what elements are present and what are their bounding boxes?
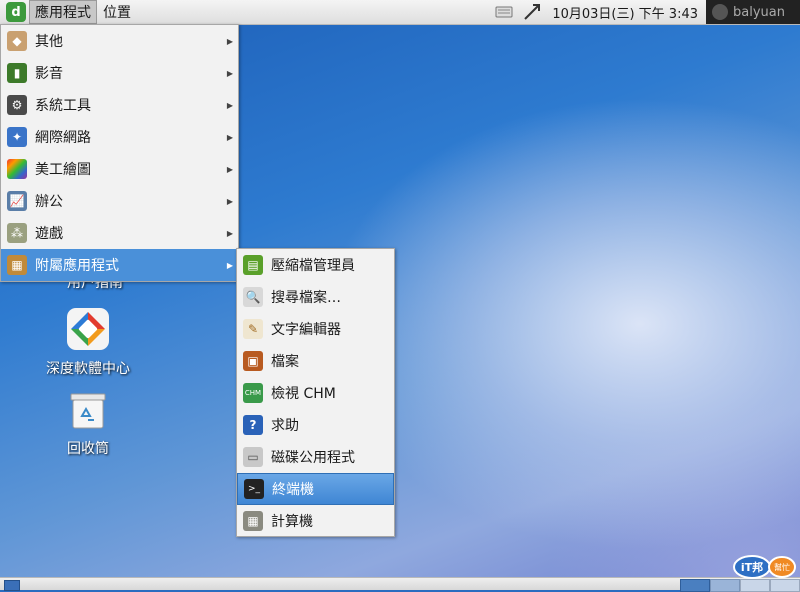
desktop-icon-software-center[interactable]: 深度軟體中心 [38, 306, 138, 378]
software-center-icon [65, 306, 111, 352]
terminal-icon: >_ [244, 479, 264, 499]
deepin-logo-button[interactable]: d [3, 1, 29, 23]
menu-item-accessories[interactable]: ▦ 附屬應用程式 ▶ [1, 249, 238, 281]
accessories-icon: ▦ [7, 255, 27, 275]
menu-item-text-editor[interactable]: ✎ 文字編輯器 [237, 313, 394, 345]
system-tools-icon: ⚙ [7, 95, 27, 115]
archive-manager-icon: ▤ [243, 255, 263, 275]
menu-item-games[interactable]: ⁂ 遊戲 ▶ [1, 217, 238, 249]
workspace-3[interactable] [740, 579, 770, 592]
menu-item-help[interactable]: ? 求助 [237, 409, 394, 441]
submenu-arrow-icon: ▶ [226, 164, 233, 174]
menu-item-search-files[interactable]: 🔍 搜尋檔案… [237, 281, 394, 313]
trash-icon [67, 390, 109, 432]
calculator-icon: ▦ [243, 511, 263, 531]
user-avatar-icon [712, 4, 728, 20]
ithome-watermark-logo: iT邦 幫忙 [732, 553, 796, 579]
deepin-logo-icon: d [6, 2, 26, 22]
menu-item-terminal[interactable]: >_ 終端機 [237, 473, 394, 505]
menu-item-disk-utility[interactable]: ▭ 磁碟公用程式 [237, 441, 394, 473]
menu-item-system-tools[interactable]: ⚙ 系統工具 ▶ [1, 89, 238, 121]
workspace-1[interactable] [680, 579, 710, 592]
search-files-icon: 🔍 [243, 287, 263, 307]
internet-icon: ✦ [7, 127, 27, 147]
desktop-icon-label: 回收筒 [67, 441, 109, 457]
desktop-icon-label: 深度軟體中心 [46, 361, 130, 377]
clock[interactable]: 10月03日(三) 下午 3:43 [546, 3, 706, 22]
chm-viewer-icon: CHM [243, 383, 263, 403]
misc-icon: ◆ [7, 31, 27, 51]
menu-item-multimedia[interactable]: ▮ 影音 ▶ [1, 57, 238, 89]
svg-text:iT邦: iT邦 [741, 560, 763, 574]
menu-item-other[interactable]: ◆ 其他 ▶ [1, 25, 238, 57]
disk-utility-icon: ▭ [243, 447, 263, 467]
menu-item-files[interactable]: ▣ 檔案 [237, 345, 394, 377]
bottom-panel [0, 577, 800, 592]
username-label: balyuan [733, 4, 785, 20]
text-editor-icon: ✎ [243, 319, 263, 339]
menu-item-internet[interactable]: ✦ 網際網路 ▶ [1, 121, 238, 153]
system-tray: 10月03日(三) 下午 3:43 balyuan [490, 0, 800, 24]
menu-item-archive-manager[interactable]: ▤ 壓縮檔管理員 [237, 249, 394, 281]
places-menu[interactable]: 位置 [97, 0, 137, 24]
submenu-arrow-icon: ▶ [226, 68, 233, 78]
show-desktop-icon[interactable] [4, 580, 20, 591]
graphics-icon [7, 159, 27, 179]
user-menu[interactable]: balyuan [706, 0, 800, 24]
applications-menu[interactable]: 應用程式 [29, 0, 97, 24]
submenu-arrow-icon: ▶ [226, 228, 233, 238]
help-icon: ? [243, 415, 263, 435]
submenu-arrow-icon: ▶ [226, 36, 233, 46]
office-icon: 📈 [7, 191, 27, 211]
accessories-submenu: ▤ 壓縮檔管理員 🔍 搜尋檔案… ✎ 文字編輯器 ▣ 檔案 CHM 檢視 CHM… [236, 248, 395, 537]
menu-item-chm-viewer[interactable]: CHM 檢視 CHM [237, 377, 394, 409]
games-icon: ⁂ [7, 223, 27, 243]
menu-item-graphics[interactable]: 美工繪圖 ▶ [1, 153, 238, 185]
submenu-arrow-icon: ▶ [226, 132, 233, 142]
top-panel: d 應用程式 位置 10月03日(三) 下午 3:43 balyuan [0, 0, 800, 25]
file-manager-icon: ▣ [243, 351, 263, 371]
desktop-icon-trash[interactable]: 回收筒 [38, 390, 138, 458]
submenu-arrow-icon: ▶ [226, 196, 233, 206]
workspace-4[interactable] [770, 579, 800, 592]
applications-dropdown: ◆ 其他 ▶ ▮ 影音 ▶ ⚙ 系統工具 ▶ ✦ 網際網路 ▶ 美工繪圖 ▶ 📈… [0, 24, 239, 282]
menu-item-calculator[interactable]: ▦ 計算機 [237, 505, 394, 537]
network-icon[interactable] [522, 2, 542, 22]
svg-text:幫忙: 幫忙 [774, 562, 790, 572]
multimedia-icon: ▮ [7, 63, 27, 83]
submenu-arrow-icon: ▶ [226, 260, 233, 270]
menu-item-office[interactable]: 📈 辦公 ▶ [1, 185, 238, 217]
keyboard-icon[interactable] [494, 2, 514, 22]
workspace-2[interactable] [710, 579, 740, 592]
submenu-arrow-icon: ▶ [226, 100, 233, 110]
